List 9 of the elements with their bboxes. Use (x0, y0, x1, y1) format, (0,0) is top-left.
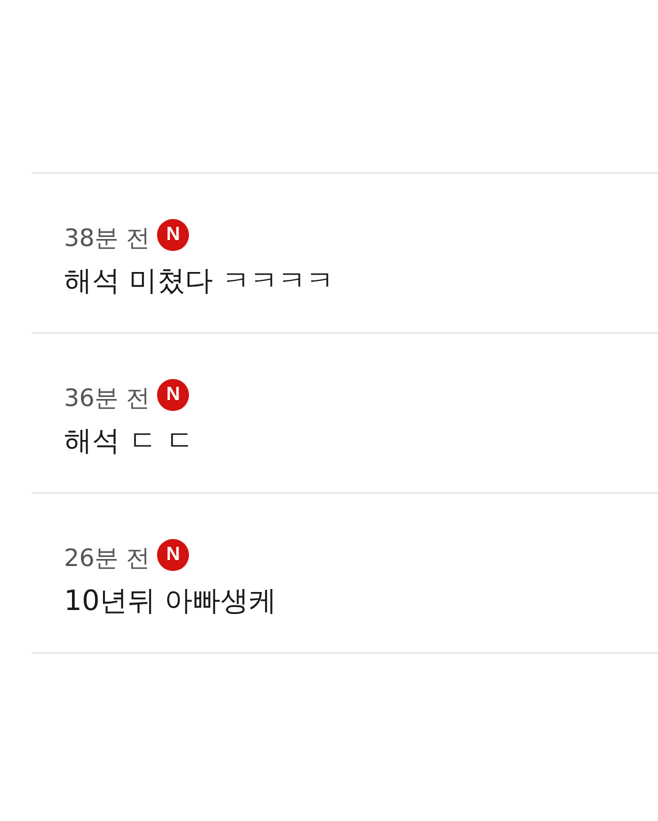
comment-text: 해석 미쳤다 ㅋㅋㅋㅋ (64, 263, 334, 299)
comment-time: 26분 전 (64, 543, 150, 573)
comment-time: 36분 전 (64, 383, 150, 413)
new-badge: N (157, 219, 190, 251)
new-badge: N (157, 379, 190, 411)
comment-text: 10년뒤 아빠생케 (64, 583, 277, 619)
new-badge: N (157, 539, 190, 571)
comment-time: 38분 전 (64, 223, 150, 253)
comment-text: 해석 ㄷ ㄷ (64, 423, 194, 459)
